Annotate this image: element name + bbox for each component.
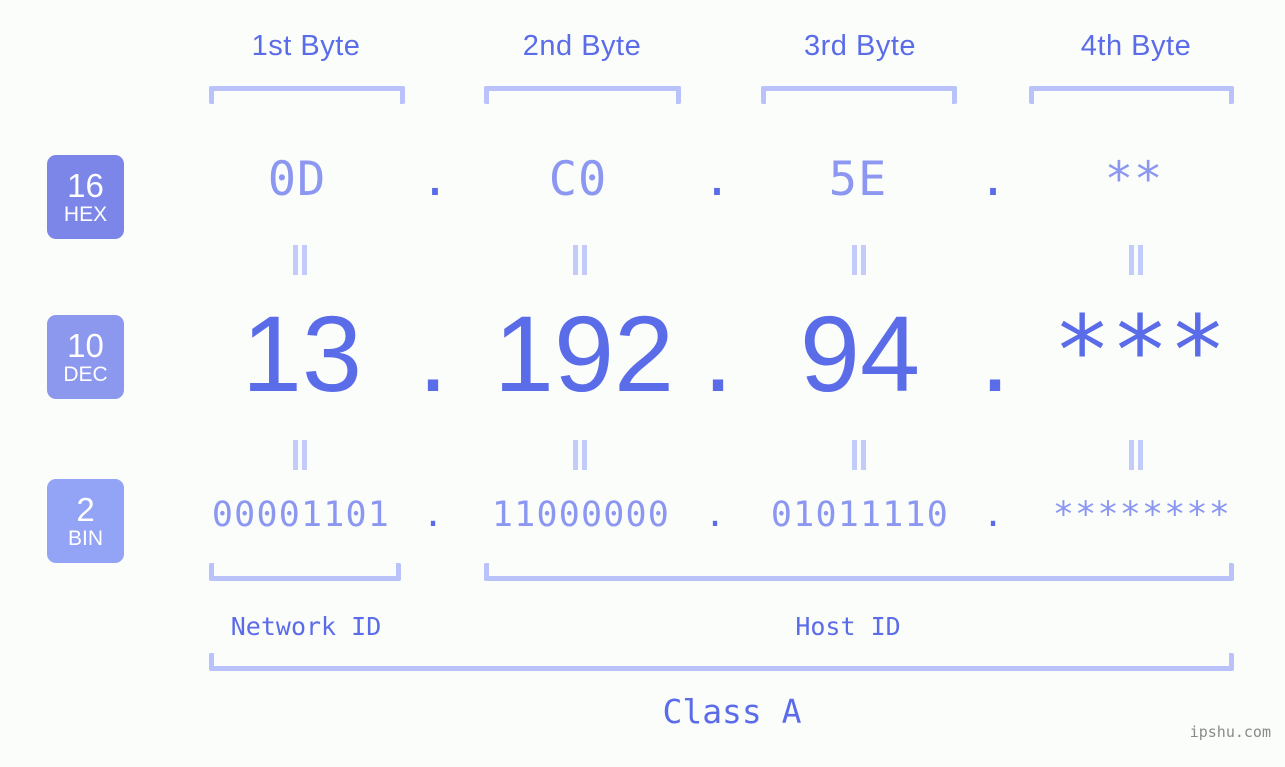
- dec-value-byte-2: 192: [493, 293, 675, 414]
- dec-separator-3: .: [979, 293, 1010, 414]
- byte-bracket-top-3: [761, 86, 957, 104]
- bin-value-byte-2: 11000000: [491, 495, 671, 535]
- radix-badge-dec: 10 DEC: [47, 315, 124, 399]
- byte-header-2: 2nd Byte: [522, 30, 642, 62]
- hex-value-byte-3: 5E: [828, 152, 888, 207]
- host-id-bracket: [484, 563, 1234, 581]
- dec-separator-2: .: [702, 293, 733, 414]
- equals-marker-dec-bin-4: [1125, 440, 1147, 470]
- hex-value-byte-2: C0: [548, 152, 608, 207]
- dec-value-byte-3: 94: [799, 293, 921, 414]
- equals-marker-dec-bin-2: [569, 440, 591, 470]
- bin-value-byte-4: ********: [1052, 495, 1232, 535]
- dec-value-byte-1: 13: [241, 293, 363, 414]
- radix-badge-bin-number: 2: [76, 491, 95, 528]
- hex-separator-3: .: [978, 152, 1008, 207]
- bin-separator-1: .: [422, 495, 444, 535]
- equals-marker-hex-dec-3: [848, 245, 870, 275]
- radix-badge-dec-number: 10: [67, 327, 104, 364]
- radix-badge-bin-tag: BIN: [67, 527, 103, 550]
- equals-marker-hex-dec-2: [569, 245, 591, 275]
- radix-badge-hex-tag: HEX: [63, 203, 108, 226]
- equals-marker-dec-bin-3: [848, 440, 870, 470]
- hex-value-byte-1: 0D: [267, 152, 327, 207]
- byte-bracket-top-2: [484, 86, 681, 104]
- byte-header-1: 1st Byte: [251, 30, 361, 62]
- radix-badge-bin: 2 BIN: [47, 479, 124, 563]
- class-label: Class A: [662, 692, 802, 731]
- byte-header-3: 3rd Byte: [804, 30, 916, 62]
- network-id-label: Network ID: [230, 612, 382, 641]
- hex-separator-2: .: [702, 152, 732, 207]
- hex-value-byte-4: **: [1104, 152, 1164, 207]
- bin-value-byte-1: 00001101: [211, 495, 391, 535]
- dec-value-byte-4: ***: [1053, 295, 1227, 407]
- class-bracket: [209, 653, 1234, 671]
- equals-marker-dec-bin-1: [289, 440, 311, 470]
- hex-separator-1: .: [420, 152, 450, 207]
- dec-separator-1: .: [417, 293, 448, 414]
- byte-header-4: 4th Byte: [1080, 30, 1192, 62]
- bin-separator-2: .: [704, 495, 726, 535]
- network-id-bracket: [209, 563, 401, 581]
- equals-marker-hex-dec-1: [289, 245, 311, 275]
- site-watermark: ipshu.com: [1189, 723, 1271, 741]
- byte-bracket-top-1: [209, 86, 405, 104]
- bin-value-byte-3: 01011110: [770, 495, 950, 535]
- radix-badge-hex-number: 16: [67, 167, 104, 204]
- radix-badge-hex: 16 HEX: [47, 155, 124, 239]
- radix-badge-dec-tag: DEC: [63, 363, 108, 386]
- host-id-label: Host ID: [795, 612, 901, 641]
- ip-address-breakdown-diagram: 1st Byte 2nd Byte 3rd Byte 4th Byte 16 H…: [0, 0, 1285, 767]
- bin-separator-3: .: [982, 495, 1004, 535]
- equals-marker-hex-dec-4: [1125, 245, 1147, 275]
- byte-bracket-top-4: [1029, 86, 1234, 104]
